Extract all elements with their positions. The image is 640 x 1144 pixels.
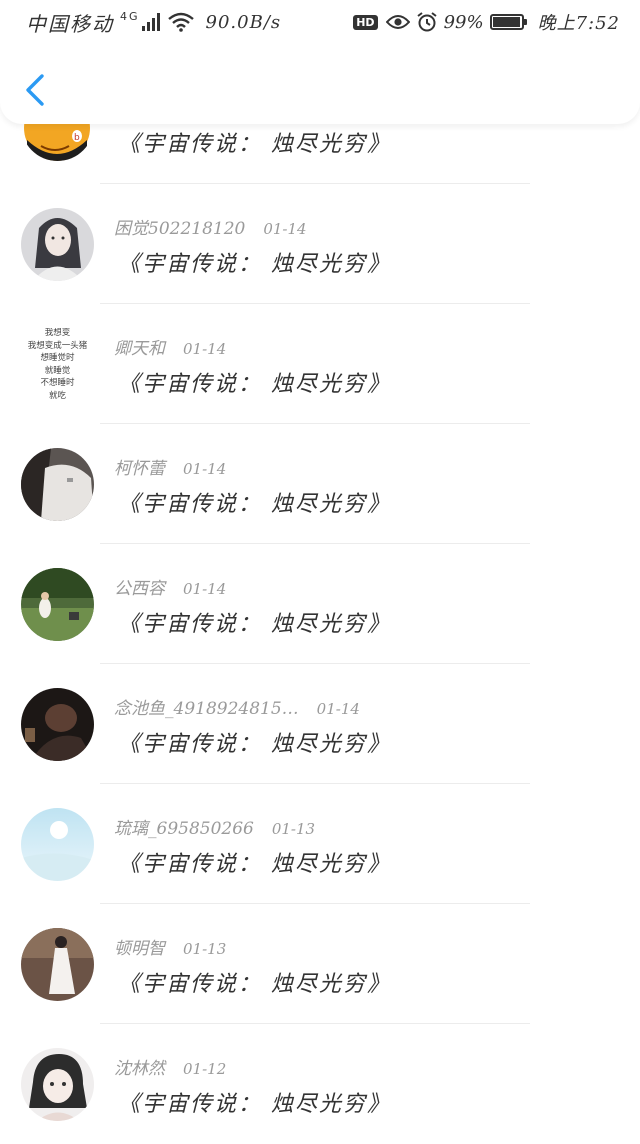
avatar[interactable] <box>21 808 94 881</box>
comment-username: 念池鱼_4918924815… <box>114 699 299 719</box>
signal-icon <box>141 13 160 31</box>
battery-icon <box>489 14 527 30</box>
list-item[interactable]: 沈林然 01-12 《宇宙传说： 烛尽光穷》 <box>0 1024 640 1144</box>
comment-meta: 沈林然 01-12 <box>114 1054 226 1079</box>
status-bar-left: 中国移动 4G 90.0B/s <box>26 8 281 36</box>
comment-meta: 困觉502218120 01-14 <box>114 214 307 239</box>
comment-username: 琉璃_695850266 <box>114 819 254 839</box>
avatar-text-line: 我想变 <box>44 328 71 338</box>
comment-username: 柯怀蕾 <box>114 459 165 479</box>
comment-meta: 念池鱼_4918924815… 01-14 <box>114 694 360 719</box>
comment-text: 《宇宙传说： 烛尽光穷》 <box>118 732 391 757</box>
comment-text: 《宇宙传说： 烛尽光穷》 <box>118 492 391 517</box>
eye-icon <box>385 15 410 29</box>
comment-text: 《宇宙传说： 烛尽光穷》 <box>118 372 391 397</box>
comment-username: 公西容 <box>114 579 165 599</box>
comment-text: 《宇宙传说： 烛尽光穷》 <box>118 252 391 277</box>
comment-username: 沈林然 <box>114 1059 165 1079</box>
comment-meta: 公西容 01-14 <box>114 574 226 599</box>
comment-date: 01-14 <box>183 340 227 358</box>
avatar[interactable]: 我想变 我想变成一头猪 想睡觉时 就睡觉 不想睡时 就吃 <box>21 328 94 401</box>
avatar[interactable] <box>21 928 94 1001</box>
comment-username: 卿天和 <box>114 339 165 359</box>
avatar-text-line: 我想变成一头猪 <box>27 340 88 351</box>
list-item[interactable]: 念池鱼_4918924815… 01-14 《宇宙传说： 烛尽光穷》 <box>0 664 640 784</box>
avatar-text-line: 不想睡时 <box>40 378 75 388</box>
comment-meta: 卿天和 01-14 <box>114 334 226 359</box>
comment-text: 《宇宙传说： 烛尽光穷》 <box>118 852 391 877</box>
comment-text: 《宇宙传说： 烛尽光穷》 <box>118 612 391 637</box>
comment-date: 01-13 <box>271 820 316 838</box>
comment-username: 困觉502218120 <box>114 219 246 239</box>
chevron-left-icon <box>26 74 44 106</box>
list-item[interactable]: 顿明智 01-13 《宇宙传说： 烛尽光穷》 <box>0 904 640 1024</box>
alarm-icon <box>416 12 437 32</box>
avatar[interactable] <box>21 568 94 641</box>
avatar-text-line: 想睡觉时 <box>40 353 75 363</box>
comment-meta: 柯怀蕾 01-14 <box>114 454 226 479</box>
status-bar: 中国移动 4G 90.0B/s HD 99% 晚上7:52 <box>0 0 640 44</box>
hd-badge: HD <box>353 14 378 30</box>
back-button[interactable] <box>18 66 54 114</box>
network-type: 4G <box>120 10 140 23</box>
avatar[interactable] <box>21 448 94 521</box>
svg-text:b: b <box>74 133 80 143</box>
wifi-icon <box>167 12 194 32</box>
list-item[interactable]: 公西容 01-14 《宇宙传说： 烛尽光穷》 <box>0 544 640 664</box>
avatar[interactable] <box>21 1048 94 1121</box>
comment-date: 01-13 <box>183 940 227 958</box>
status-bar-right: HD 99% 晚上7:52 <box>353 8 620 36</box>
clock-time: 晚上7:52 <box>537 13 620 34</box>
avatar[interactable] <box>21 208 94 281</box>
comment-text: 《宇宙传说： 烛尽光穷》 <box>118 132 391 157</box>
avatar-text-line: 就睡觉 <box>44 365 71 376</box>
avatar-text-line: 就吃 <box>48 390 66 401</box>
comment-text: 《宇宙传说： 烛尽光穷》 <box>118 972 391 997</box>
list-item[interactable]: 困觉502218120 01-14 《宇宙传说： 烛尽光穷》 <box>0 184 640 304</box>
comment-date: 01-14 <box>183 460 227 478</box>
comment-username: 顿明智 <box>114 939 165 959</box>
comment-meta: 顿明智 01-13 <box>114 934 226 959</box>
comment-date: 01-14 <box>316 700 360 718</box>
list-item[interactable]: 琉璃_695850266 01-13 《宇宙传说： 烛尽光穷》 <box>0 784 640 904</box>
network-speed: 90.0B/s <box>205 11 282 33</box>
avatar[interactable] <box>21 688 94 761</box>
comment-date: 01-14 <box>183 580 227 598</box>
list-item[interactable]: 柯怀蕾 01-14 《宇宙传说： 烛尽光穷》 <box>0 424 640 544</box>
comment-list: b 《宇宙传说： 烛尽光穷》 困觉502218120 01-14 《宇宙传说： 烛… <box>0 64 640 1144</box>
comment-text: 《宇宙传说： 烛尽光穷》 <box>118 1092 391 1117</box>
comment-date: 01-14 <box>263 220 307 238</box>
comment-date: 01-12 <box>183 1060 227 1078</box>
comment-meta: 琉璃_695850266 01-13 <box>114 814 315 839</box>
battery-percent: 99% <box>443 11 484 33</box>
nav-bar <box>0 44 640 124</box>
list-item[interactable]: 我想变 我想变成一头猪 想睡觉时 就睡觉 不想睡时 就吃 卿天和 01-14 《宇… <box>0 304 640 424</box>
carrier-name: 中国移动 <box>26 11 114 36</box>
